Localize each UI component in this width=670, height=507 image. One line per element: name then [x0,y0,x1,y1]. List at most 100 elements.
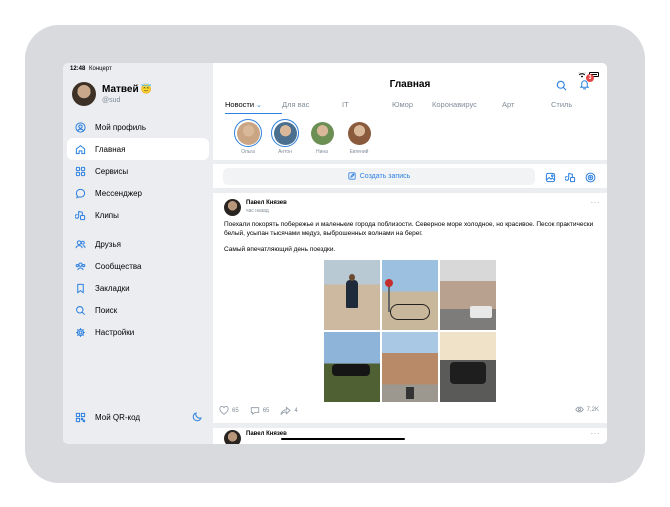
status-carrier: Концерт [89,66,112,72]
heart-icon [219,406,229,415]
qr-code-item[interactable]: Мой QR-код [67,406,209,428]
bell-icon[interactable]: 3 [579,74,594,95]
users-icon [74,238,86,250]
story-image [273,121,297,145]
views-count: 7,2K [586,406,599,413]
grid-icon [74,165,86,177]
user-circle-icon [74,121,86,133]
sidebar-item-label: Мессенджер [95,188,142,198]
post-photo[interactable] [324,260,380,330]
share-icon [280,406,292,415]
post-photo[interactable] [382,332,438,402]
avatar[interactable] [72,82,96,106]
clips-icon [74,209,86,221]
story-image [310,121,334,145]
sidebar-item-profile[interactable]: Мой профиль [67,116,209,138]
post-text: Поехали покорять побережье и маленькие г… [224,221,594,237]
search-icon[interactable] [556,78,567,96]
share-button[interactable]: 4 [280,406,298,415]
header: Главная 3 Новости ⌄ Для вас IT Юмор Корон… [213,63,607,160]
sidebar-item-label: Главная [95,144,126,154]
tab-style[interactable]: Стиль [551,100,572,109]
comment-count: 65 [262,407,270,414]
feed-tabs: Новости ⌄ Для вас IT Юмор Коронавирус Арт… [225,100,572,114]
post-author[interactable]: Павел Князев [246,200,287,206]
create-post-bar: Создать запись [213,164,607,188]
sidebar-item-messenger[interactable]: Мессенджер [67,182,209,204]
story-name: Ольга [241,149,255,155]
status-time-text: 12:48 [70,66,86,72]
nav-divider [67,226,209,233]
tab-art[interactable]: Арт [502,100,551,109]
eye-icon [574,406,584,413]
status-emoji-icon: 😇 [140,84,152,94]
live-icon[interactable] [585,170,596,188]
tab-news[interactable]: Новости ⌄ [225,100,282,114]
sidebar-item-home[interactable]: Главная [67,138,209,160]
post-avatar[interactable] [224,199,241,216]
sidebar-item-label: Друзья [95,239,121,249]
sidebar-item-communities[interactable]: Сообщества [67,255,209,277]
more-icon[interactable]: ··· [591,198,601,207]
story-name: Евгений [349,149,369,155]
post-avatar[interactable] [224,430,241,444]
post-photo[interactable] [324,332,380,402]
search-icon [74,304,86,316]
story-avatar [234,119,262,147]
create-post-button[interactable]: Создать запись [223,168,535,185]
feed-post: Павел Князев час назад ··· Поехали покор… [213,193,607,423]
photo-icon[interactable] [545,170,556,188]
more-icon[interactable]: ··· [591,429,601,438]
tab-coronavirus[interactable]: Коронавирус [432,100,502,109]
story-item[interactable]: Евгений [340,119,378,155]
comment-icon [250,407,259,415]
sidebar-item-clips[interactable]: Клипы [67,204,209,226]
sidebar-item-label: Настройки [95,327,135,337]
tab-humor[interactable]: Юмор [392,100,432,109]
profile-handle: @sud [102,97,121,104]
like-count: 65 [232,407,239,414]
sidebar-item-search[interactable]: Поиск [67,299,209,321]
status-time: 12:48 Концерт [70,66,112,72]
views: 7,2K [574,406,599,413]
story-item[interactable]: Антон [266,119,304,155]
profile-name: Матвей [102,84,139,95]
post-author[interactable]: Павел Князев [246,431,287,437]
sidebar-item-label: Закладки [95,283,130,293]
story-item[interactable]: Нина [303,119,341,155]
sidebar-item-label: Сервисы [95,166,129,176]
main-content: Главная 3 Новости ⌄ Для вас IT Юмор Корон… [213,63,607,444]
comment-button[interactable]: 65 [250,406,270,415]
sidebar-item-settings[interactable]: Настройки [67,321,209,343]
feed-post: Павел Князев ··· [213,428,607,444]
qr-code-icon [74,411,86,423]
story-image [236,121,260,145]
sidebar-item-label: Мой профиль [95,122,147,132]
moon-icon[interactable] [192,411,203,424]
sidebar-nav: Мой профиль Главная Сервисы Мессенджер К… [67,116,209,343]
story-avatar [271,119,299,147]
sidebar-item-friends[interactable]: Друзья [67,233,209,255]
profile[interactable]: Матвей 😇 @sud [72,82,152,106]
stories: Ольга Антон Нина Евгений [229,119,377,155]
sidebar-item-services[interactable]: Сервисы [67,160,209,182]
sidebar-item-bookmarks[interactable]: Закладки [67,277,209,299]
post-photo[interactable] [440,332,496,402]
tab-label: Новости [225,100,255,109]
chevron-down-icon: ⌄ [256,102,262,109]
story-name: Нина [316,149,328,155]
sidebar-item-label: Поиск [95,305,118,315]
sidebar-item-label: Клипы [95,210,119,220]
sidebar-item-label: Сообщества [95,261,142,271]
screen: 12:48 Концерт Матвей 😇 @sud Мой профиль [63,63,607,444]
post-time: час назад [246,208,269,214]
post-photo[interactable] [382,260,438,330]
post-text-secondary: Самый впечатляющий день поездки. [224,246,336,253]
tab-for-you[interactable]: Для вас [282,100,342,109]
community-icon [74,260,86,272]
like-button[interactable]: 65 [219,406,239,415]
post-photo[interactable] [440,260,496,330]
tab-it[interactable]: IT [342,100,392,109]
clip-create-icon[interactable] [564,170,576,188]
story-item[interactable]: Ольга [229,119,267,155]
